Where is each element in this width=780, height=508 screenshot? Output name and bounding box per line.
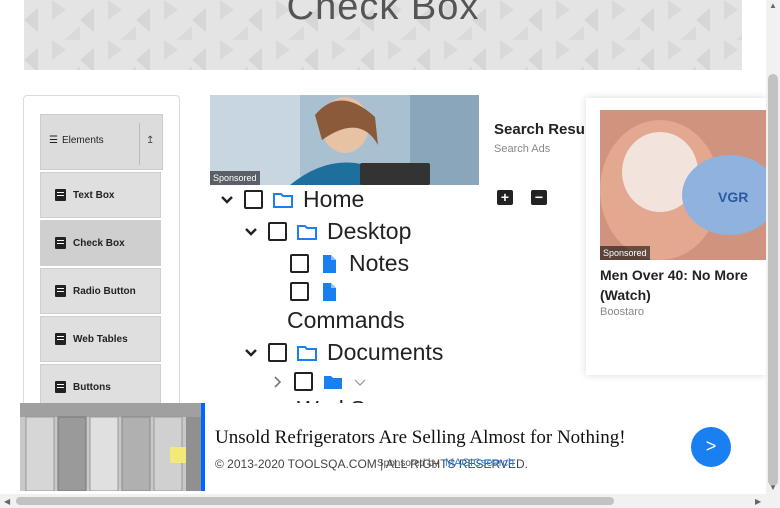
sidebar-item-web-tables[interactable]: Web Tables <box>40 316 161 362</box>
chevron-down-icon[interactable] <box>244 225 258 239</box>
next-button[interactable]: > <box>691 427 731 467</box>
sidebar-item-label: Radio Button <box>73 285 136 297</box>
sidebar-item-label: Web Tables <box>73 333 128 345</box>
tree-node-notes[interactable]: Notes <box>290 250 409 277</box>
tree-node-label: Home <box>303 186 365 212</box>
ad-accent-bar <box>201 403 205 491</box>
tree-node-label: Notes <box>349 250 410 276</box>
html5-icon <box>55 189 66 201</box>
sidebar-item-text-box[interactable]: Text Box <box>40 172 161 218</box>
chevron-down-icon[interactable] <box>220 193 234 207</box>
tree-node-commands[interactable] <box>290 282 339 301</box>
ad-photo: VGR <box>600 110 772 260</box>
divider <box>139 123 140 165</box>
page: Check Box ☰ Elements ↥ Text Box Check Bo… <box>0 0 780 508</box>
scrollbar-thumb[interactable] <box>16 497 614 505</box>
folder-filled-icon <box>324 375 342 389</box>
folder-outline-icon <box>297 345 317 361</box>
bottom-ad-image <box>20 403 201 491</box>
html5-icon <box>55 285 66 297</box>
side-ad-image: VGR Sponsored <box>600 110 772 260</box>
chevron-right-icon[interactable] <box>270 375 284 389</box>
tree-node-documents[interactable]: Documents <box>244 339 443 366</box>
sidebar-item-radio-button[interactable]: Radio Button <box>40 268 161 314</box>
sidebar: ☰ Elements ↥ Text Box Check Box Radio Bu… <box>23 95 180 425</box>
ad-banner-image[interactable]: Sponsored <box>210 95 479 185</box>
side-ad-headline[interactable]: Men Over 40: No More (Watch) <box>600 265 780 305</box>
sponsor-link[interactable]: MAGICsearch <box>445 457 514 469</box>
bottom-ad-bar[interactable]: Unsold Refrigerators Are Selling Almost … <box>20 403 780 491</box>
tree-node-label-commands: Commands <box>287 307 405 334</box>
html5-icon <box>55 381 66 393</box>
collapse-icon[interactable]: ↥ <box>146 135 154 146</box>
page-title: Check Box <box>286 0 480 28</box>
search-results-title: Search Resu <box>494 121 585 138</box>
svg-text:VGR: VGR <box>718 189 748 205</box>
checkbox[interactable] <box>290 254 309 273</box>
file-icon <box>323 254 336 273</box>
sidebar-item-label: Check Box <box>73 237 125 249</box>
list-icon: ☰ <box>49 135 58 146</box>
scroll-right-icon[interactable]: ▶ <box>755 497 761 506</box>
checkbox[interactable] <box>244 190 263 209</box>
file-icon <box>323 282 336 301</box>
folder-outline-icon <box>273 192 293 208</box>
sidebar-group-label: Elements <box>61 135 104 146</box>
tree-node-label: Commands <box>287 307 405 333</box>
checkbox[interactable] <box>268 343 287 362</box>
bottom-ad-headline[interactable]: Unsold Refrigerators Are Selling Almost … <box>215 427 626 449</box>
scroll-left-icon[interactable]: ◀ <box>4 497 10 506</box>
sidebar-group-elements[interactable]: ☰ Elements ↥ <box>40 114 163 170</box>
html5-icon <box>55 237 66 249</box>
tree-node-desktop[interactable]: Desktop <box>244 218 411 245</box>
tree-node-label: Desktop <box>327 218 412 244</box>
tree-node-home[interactable]: Home <box>220 186 364 213</box>
checkbox[interactable] <box>294 372 313 391</box>
search-ads-label: Search Ads <box>494 143 551 155</box>
scroll-up-icon[interactable]: ▲ <box>769 1 777 10</box>
ad-photo <box>20 403 201 491</box>
sidebar-item-label: Buttons <box>73 381 111 393</box>
checkbox[interactable] <box>290 282 309 301</box>
sidebar-item-check-box[interactable]: Check Box <box>40 220 161 266</box>
scroll-down-icon[interactable]: ▼ <box>769 483 777 492</box>
footer-copyright: © 2013-2020 TOOLSQA.COM | ALL RIGHTS RES… <box>215 457 528 471</box>
sponsored-badge: Sponsored <box>600 246 650 260</box>
chevron-down-icon[interactable] <box>244 346 258 360</box>
side-ad[interactable]: VGR Sponsored Men Over 40: No More (Watc… <box>586 98 772 375</box>
vertical-scrollbar[interactable]: ▲ ▼ <box>766 0 780 494</box>
collapse-all-button[interactable]: − <box>531 190 547 205</box>
html5-icon <box>55 333 66 345</box>
tree-node-workspace[interactable] <box>270 372 367 391</box>
chevron-down-icon <box>354 379 366 386</box>
horizontal-scrollbar[interactable]: ◀ ▶ <box>0 494 780 508</box>
sponsored-by-label: Sponsored by <box>377 458 439 469</box>
page-banner: Check Box <box>24 0 742 70</box>
side-ad-source: Boostaro <box>600 306 645 318</box>
sidebar-item-label: Text Box <box>73 189 115 201</box>
checkbox[interactable] <box>268 222 287 241</box>
tree-node-label: Documents <box>327 339 444 365</box>
expand-all-button[interactable]: + <box>497 190 513 205</box>
folder-outline-icon <box>297 224 317 240</box>
sponsored-badge: Sponsored <box>210 171 260 185</box>
scrollbar-thumb[interactable] <box>768 74 778 486</box>
